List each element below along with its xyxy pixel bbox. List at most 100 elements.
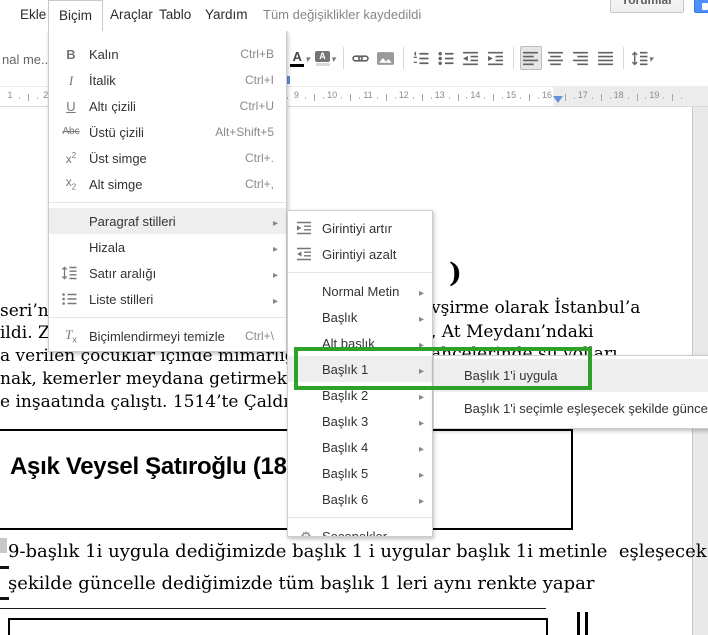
ruler-tick (672, 94, 674, 101)
right-indent-marker[interactable] (553, 96, 563, 103)
menu-item-italik[interactable]: I İtalik Ctrl+I (49, 67, 286, 93)
menu-item-baslik-1i-guncelle[interactable]: Başlık 1'i seçimle eşleşecek şekilde gün… (434, 392, 708, 425)
submenu-arrow-icon (419, 440, 424, 455)
decrease-indent-button[interactable] (460, 46, 482, 70)
menu-item-hizala[interactable]: Hizala (49, 234, 286, 260)
format-menu: B Kalın Ctrl+B I İtalik Ctrl+I U Altı çi… (48, 30, 287, 352)
toolbar-separator (622, 47, 624, 69)
align-center-button[interactable] (545, 46, 567, 70)
ruler-dot (663, 97, 665, 99)
submenu-arrow-icon (273, 240, 278, 255)
menu-item-alti-cizili[interactable]: U Altı çizili Ctrl+U (49, 93, 286, 119)
green-highlight-box (294, 347, 592, 390)
menu-item-baslik-4[interactable]: Başlık 4 (288, 434, 432, 460)
menu-item-ust-simge[interactable]: x2 Üst simge Ctrl+. (49, 145, 286, 171)
bulleted-list-icon (438, 51, 454, 65)
menu-araclar[interactable]: Araçlar (110, 0, 153, 30)
comments-button[interactable]: Yorumlar (610, 0, 684, 13)
doc-bottom-table[interactable] (8, 618, 548, 635)
menu-tablo[interactable]: Tablo (159, 0, 191, 30)
google-docs-window: seri’nin vşirme olarak İstanbul’a ildi. … (0, 0, 708, 635)
insert-image-button[interactable] (375, 46, 397, 70)
ruler-tick (600, 94, 602, 101)
doc-heading-fragment: ) (449, 258, 462, 289)
ruler-tick (493, 94, 495, 101)
doc-table-border (585, 612, 588, 635)
doc-text-fragment: vşirme olarak İstanbul’a (431, 298, 641, 318)
submenu-arrow-icon (419, 284, 424, 299)
numbered-list-button[interactable] (410, 46, 432, 70)
ruler-dot (520, 97, 522, 99)
menu-item-paragraf-stilleri[interactable]: Paragraf stilleri (49, 208, 286, 234)
menu-item-baslik-5[interactable]: Başlık 5 (288, 460, 432, 486)
menu-item-girintiyi-artir[interactable]: Girintiyi artır (288, 215, 432, 241)
link-icon (352, 54, 369, 62)
ruler-tick (636, 94, 638, 101)
ruler-number: 17 (577, 90, 588, 100)
ruler-number: 13 (434, 90, 445, 100)
doc-paragraph-line: 9-başlık 1i uygula dediğimizde başlık 1 … (8, 541, 707, 562)
menu-item-secenekler[interactable]: ⚙ Seçenekler (288, 523, 432, 537)
menu-item-liste-stilleri[interactable]: Liste stilleri (49, 286, 286, 312)
menu-item-kalin[interactable]: B Kalın Ctrl+B (49, 41, 286, 67)
menu-yardim[interactable]: Yardım (205, 0, 248, 30)
toolbar-separator (512, 47, 514, 69)
text-color-button[interactable]: A (289, 46, 311, 70)
align-right-button[interactable] (570, 46, 592, 70)
page-edge-artifact (0, 597, 9, 600)
menu-separator (49, 202, 286, 203)
underline-icon: U (66, 98, 76, 114)
toolbar-separator (402, 47, 404, 69)
ruler-tick (314, 94, 316, 101)
menu-item-normal-metin[interactable]: Normal Metin (288, 278, 432, 304)
paragraph-style-dropdown[interactable]: nal me... (2, 52, 52, 67)
bulleted-list-button[interactable] (435, 46, 457, 70)
menu-item-baslik[interactable]: Başlık (288, 304, 432, 330)
ruler-dot (502, 97, 504, 99)
align-left-button[interactable] (519, 46, 542, 70)
toolbar-separator (342, 47, 344, 69)
justify-button[interactable] (595, 46, 617, 70)
italic-icon: I (68, 72, 74, 88)
menu-item-bicimlendirmeyi-temizle[interactable]: Tx Biçimlendirmeyi temizle Ctrl+\ (49, 323, 286, 349)
numbered-list-icon (413, 51, 429, 64)
ruler-dot (609, 97, 611, 99)
ruler-tick (385, 94, 387, 101)
insert-link-button[interactable] (350, 46, 372, 70)
justify-icon (598, 51, 613, 65)
align-left-icon (523, 51, 538, 65)
ruler-dot (18, 97, 20, 99)
ruler-dot (573, 97, 575, 99)
ruler-dot (484, 97, 486, 99)
save-status: Tüm değişiklikler kaydedildi (263, 7, 422, 22)
menu-item-baslik-6[interactable]: Başlık 6 (288, 486, 432, 512)
share-button[interactable] (694, 0, 708, 13)
decrease-indent-icon (297, 247, 311, 261)
ruler-dot (681, 97, 683, 99)
line-spacing-button[interactable] (630, 46, 655, 70)
chevron-down-icon (330, 49, 336, 67)
menu-ekle[interactable]: Ekle (20, 0, 46, 30)
menu-item-girintiyi-azalt[interactable]: Girintiyi azalt (288, 241, 432, 267)
ruler-dot (341, 97, 343, 99)
submenu-arrow-icon (419, 492, 424, 507)
ruler-dot (287, 97, 289, 99)
menu-bar: Ekle Biçim Araçlar Tablo Yardım Tüm deği… (0, 0, 708, 31)
menu-item-baslik-3[interactable]: Başlık 3 (288, 408, 432, 434)
chevron-down-icon (648, 49, 654, 67)
menu-item-alt-simge[interactable]: x2 Alt simge Ctrl+, (49, 171, 286, 197)
increase-indent-button[interactable] (485, 46, 507, 70)
ruler-number: 16 (541, 90, 553, 100)
align-center-icon (548, 51, 563, 65)
subscript-icon: x2 (65, 175, 77, 192)
ruler-dot (627, 97, 629, 99)
menu-item-ustu-cizili[interactable]: Abc Üstü çizili Alt+Shift+5 (49, 119, 286, 145)
highlight-color-button[interactable]: A (314, 46, 337, 70)
ruler-number: 14 (470, 90, 481, 100)
ruler-dot (538, 97, 540, 99)
ruler-number: 15 (506, 90, 517, 100)
menu-bicim[interactable]: Biçim (48, 0, 103, 31)
line-spacing-icon (631, 51, 647, 65)
ruler-number: 1 (7, 90, 13, 100)
menu-item-satir-araligi[interactable]: Satır aralığı (49, 260, 286, 286)
